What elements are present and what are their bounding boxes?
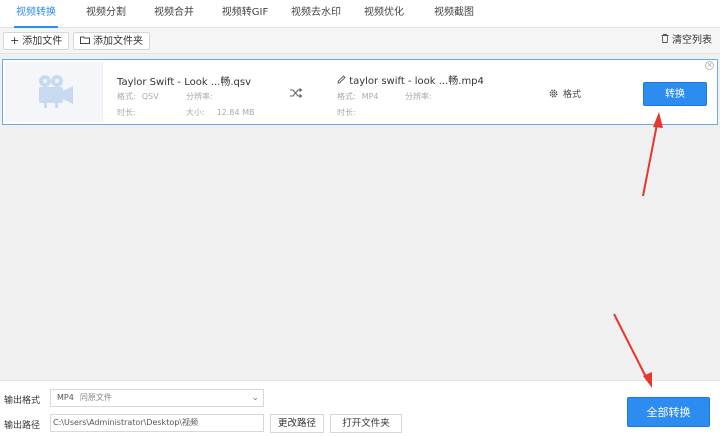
- add-file-button[interactable]: + 添加文件: [3, 32, 70, 50]
- source-format-value: QSV: [141, 92, 159, 101]
- output-format: 格式: MP4: [337, 91, 379, 102]
- add-folder-button[interactable]: 添加文件夹: [73, 32, 150, 50]
- output-file-name[interactable]: taylor swift - look ...畅.mp4: [337, 72, 484, 87]
- source-format-label: 格式:: [117, 92, 136, 101]
- output-path-field[interactable]: C:\Users\Administrator\Desktop\视频: [50, 414, 264, 432]
- chevron-down-icon: ⌄: [251, 393, 259, 403]
- source-resolution-label: 分辨率:: [186, 92, 213, 101]
- output-format-select-value: MP4: [57, 393, 74, 402]
- output-resolution-label: 分辨率:: [405, 92, 432, 101]
- output-path-label: 输出路径: [4, 421, 41, 431]
- source-duration-label: 时长:: [117, 108, 136, 117]
- tab-video-optimize[interactable]: 视频优化: [356, 0, 412, 27]
- video-thumbnail: [5, 62, 103, 122]
- output-settings-panel: 输出格式 MP4 同原文件 ⌄ 输出路径 C:\Users\Administrat…: [0, 380, 720, 436]
- edit-icon[interactable]: [337, 75, 349, 87]
- output-format-value: MP4: [361, 92, 379, 101]
- output-format-label: 输出格式: [4, 396, 41, 406]
- tab-video-screenshot[interactable]: 视频截图: [426, 0, 482, 27]
- convert-all-button[interactable]: 全部转换: [627, 397, 710, 427]
- toolbar: + 添加文件 添加文件夹 清空列表: [0, 28, 720, 54]
- video-camera-icon: [39, 75, 73, 108]
- output-duration: 时长:: [337, 107, 362, 118]
- tab-video-split[interactable]: 视频分割: [78, 0, 134, 27]
- gear-icon: [549, 89, 558, 98]
- change-path-button[interactable]: 更改路径: [270, 414, 324, 433]
- shuffle-icon: [290, 88, 303, 98]
- add-folder-label: 添加文件夹: [93, 36, 143, 47]
- remove-item-icon[interactable]: ×: [705, 61, 714, 70]
- output-format-select-sub: 同原文件: [79, 393, 112, 402]
- output-duration-label: 时长:: [337, 108, 356, 117]
- output-file-name-text: taylor swift - look ...畅.mp4: [349, 76, 484, 87]
- add-file-label: 添加文件: [22, 36, 63, 47]
- folder-icon: [80, 33, 90, 49]
- source-size-value: 12.84 MB: [216, 108, 255, 117]
- source-resolution: 分辨率:: [186, 91, 219, 102]
- clear-list-button[interactable]: 清空列表: [657, 32, 716, 50]
- source-file-name: Taylor Swift - Look ...畅.qsv: [117, 77, 252, 88]
- tab-video-remove-watermark[interactable]: 视频去水印: [284, 0, 348, 27]
- file-list: × Taylor Swift - Look ...畅.qsv 格式: QSV 分辨…: [0, 55, 720, 380]
- output-resolution: 分辨率:: [405, 91, 438, 102]
- source-duration: 时长:: [117, 107, 142, 118]
- source-format: 格式: QSV: [117, 91, 159, 102]
- file-item[interactable]: × Taylor Swift - Look ...畅.qsv 格式: QSV 分辨…: [2, 59, 718, 125]
- plus-icon: +: [10, 34, 20, 47]
- output-format-label: 格式:: [337, 92, 356, 101]
- convert-button[interactable]: 转换: [643, 82, 707, 106]
- tab-video-merge[interactable]: 视频合并: [146, 0, 202, 27]
- trash-icon: [661, 32, 669, 48]
- source-size-label: 大小:: [186, 108, 205, 117]
- format-settings-label: 格式: [563, 90, 582, 100]
- clear-list-label: 清空列表: [672, 35, 712, 46]
- tab-bar: 视频转换 视频分割 视频合并 视频转GIF 视频去水印 视频优化 视频截图: [0, 0, 720, 28]
- tab-video-to-gif[interactable]: 视频转GIF: [214, 0, 276, 27]
- format-settings-button[interactable]: 格式: [548, 87, 581, 100]
- source-size: 大小: 12.84 MB: [186, 107, 255, 118]
- output-format-select[interactable]: MP4 同原文件 ⌄: [50, 389, 264, 407]
- tab-video-convert[interactable]: 视频转换: [8, 0, 64, 28]
- open-folder-button[interactable]: 打开文件夹: [330, 414, 402, 433]
